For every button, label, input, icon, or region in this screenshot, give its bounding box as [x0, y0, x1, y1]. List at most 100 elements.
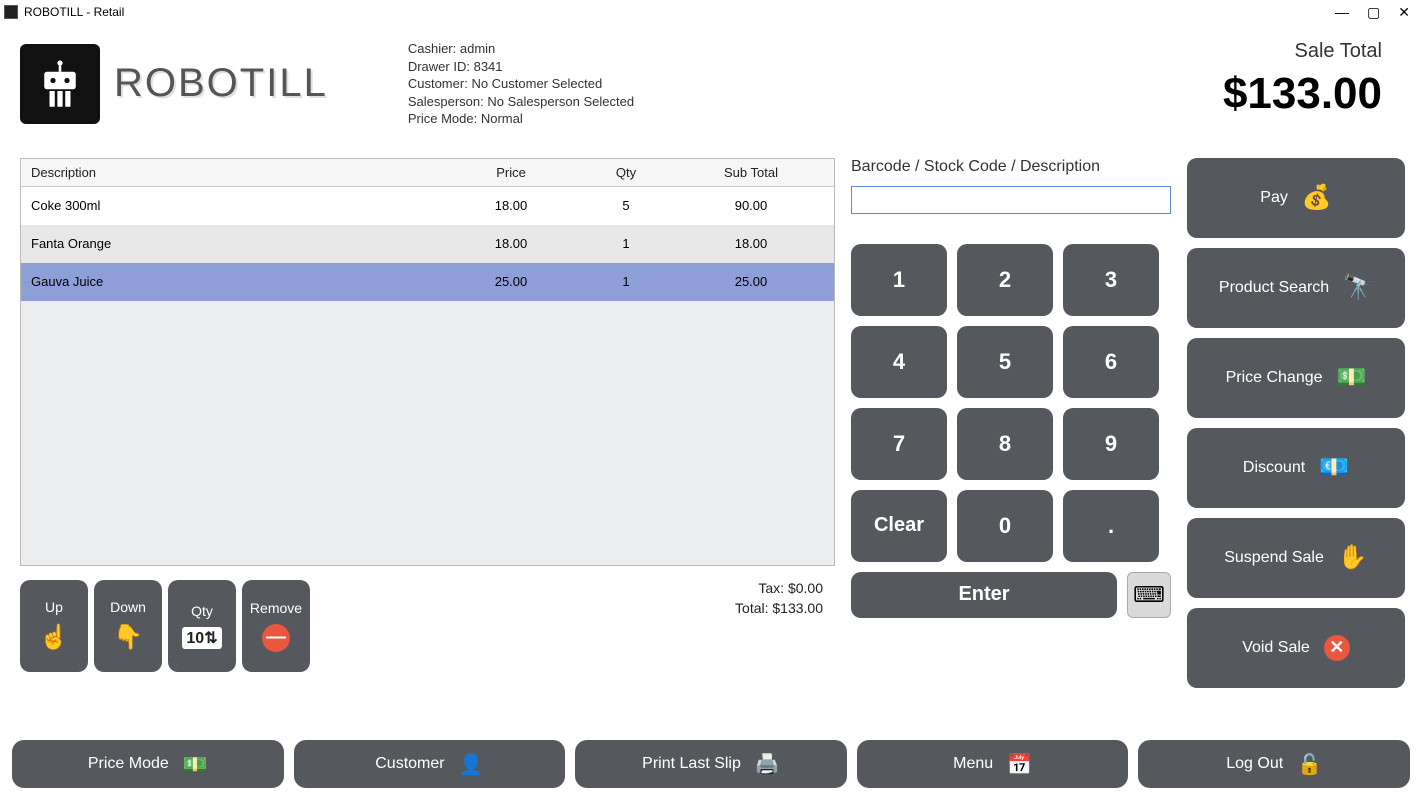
money-icon: 💵: [1337, 363, 1367, 392]
cell-qty: 1: [571, 230, 681, 257]
lock-icon: 🔓: [1297, 752, 1322, 777]
key-0[interactable]: 0: [957, 490, 1053, 562]
down-label: Down: [110, 599, 146, 615]
void-sale-label: Void Sale: [1242, 639, 1310, 657]
scan-label: Barcode / Stock Code / Description: [851, 158, 1171, 176]
total-label: Total:: [735, 600, 768, 616]
scan-input[interactable]: [851, 186, 1171, 214]
cell-desc: Gauva Juice: [21, 268, 451, 295]
customer-btn-label: Customer: [375, 755, 444, 773]
sale-total-caption: Sale Total: [1223, 40, 1382, 63]
drawer-value: 8341: [474, 59, 503, 74]
onscreen-keyboard-button[interactable]: ⌨: [1127, 572, 1171, 618]
void-sale-button[interactable]: Void Sale ✕: [1187, 608, 1405, 688]
key-7[interactable]: 7: [851, 408, 947, 480]
customer-value: No Customer Selected: [471, 76, 602, 91]
key-2[interactable]: 2: [957, 244, 1053, 316]
pay-button[interactable]: Pay 💰: [1187, 158, 1405, 238]
col-price: Price: [451, 159, 571, 186]
cell-desc: Coke 300ml: [21, 192, 451, 219]
col-description: Description: [21, 159, 451, 186]
bottom-bar: Price Mode 💵 Customer 👤 Print Last Slip …: [12, 740, 1410, 788]
print-last-slip-button[interactable]: Print Last Slip 🖨️: [575, 740, 847, 788]
key-dot[interactable]: .: [1063, 490, 1159, 562]
logo-text: ROBOTILL: [114, 61, 328, 106]
key-8[interactable]: 8: [957, 408, 1053, 480]
salesperson-label: Salesperson: [408, 94, 488, 109]
price-mode-button[interactable]: Price Mode 💵: [12, 740, 284, 788]
key-6[interactable]: 6: [1063, 326, 1159, 398]
cell-qty: 1: [571, 268, 681, 295]
cell-price: 18.00: [451, 192, 571, 219]
person-icon: 👤: [459, 752, 484, 777]
window-title: ROBOTILL - Retail: [24, 5, 124, 19]
total-value: $133.00: [772, 600, 823, 616]
keyboard-icon: ⌨: [1133, 582, 1165, 608]
keypad: 1 2 3 4 5 6 7 8 9 Clear 0 .: [851, 244, 1171, 562]
customer-label: Customer: [408, 76, 472, 91]
product-search-button[interactable]: Product Search 🔭: [1187, 248, 1405, 328]
key-5[interactable]: 5: [957, 326, 1053, 398]
key-clear[interactable]: Clear: [851, 490, 947, 562]
logout-label: Log Out: [1226, 755, 1283, 773]
sale-total: Sale Total $133.00: [1223, 40, 1402, 128]
price-change-button[interactable]: Price Change 💵: [1187, 338, 1405, 418]
menu-label: Menu: [953, 755, 993, 773]
maximize-button[interactable]: ▢: [1367, 4, 1380, 21]
minimize-button[interactable]: —: [1335, 4, 1349, 21]
customer-button[interactable]: Customer 👤: [294, 740, 566, 788]
cell-sub: 90.00: [681, 192, 821, 219]
up-label: Up: [45, 599, 63, 615]
cell-price: 18.00: [451, 230, 571, 257]
pricemode-label: Price Mode: [408, 111, 481, 126]
printer-icon: 🖨️: [755, 752, 780, 777]
logo-icon: [20, 44, 100, 124]
qty-button[interactable]: Qty 10⇅: [168, 580, 236, 672]
session-info: Cashieradmin Drawer ID8341 CustomerNo Cu…: [408, 40, 634, 128]
qty-icon: 10⇅: [182, 627, 221, 649]
logout-button[interactable]: Log Out 🔓: [1138, 740, 1410, 788]
cell-desc: Fanta Orange: [21, 230, 451, 257]
pay-label: Pay: [1260, 189, 1288, 207]
enter-button[interactable]: Enter: [851, 572, 1117, 618]
close-button[interactable]: ✕: [1398, 4, 1410, 21]
suspend-sale-button[interactable]: Suspend Sale ✋: [1187, 518, 1405, 598]
table-row[interactable]: Gauva Juice25.00125.00: [21, 263, 834, 301]
cell-qty: 5: [571, 192, 681, 219]
key-9[interactable]: 9: [1063, 408, 1159, 480]
menu-button[interactable]: Menu 📅: [857, 740, 1129, 788]
cell-sub: 25.00: [681, 268, 821, 295]
key-4[interactable]: 4: [851, 326, 947, 398]
key-3[interactable]: 3: [1063, 244, 1159, 316]
up-button[interactable]: Up ☝️: [20, 580, 88, 672]
point-down-icon: 👇: [113, 623, 143, 652]
cashier-label: Cashier: [408, 41, 460, 56]
suspend-sale-label: Suspend Sale: [1224, 549, 1324, 567]
grid-header: Description Price Qty Sub Total: [21, 159, 834, 187]
drawer-label: Drawer ID: [408, 59, 474, 74]
price-mode-icon: 💵: [183, 752, 208, 777]
cell-sub: 18.00: [681, 230, 821, 257]
logo: ROBOTILL: [20, 40, 328, 128]
remove-icon: —: [262, 624, 290, 652]
down-button[interactable]: Down 👇: [94, 580, 162, 672]
price-mode-label: Price Mode: [88, 755, 169, 773]
print-label: Print Last Slip: [642, 755, 741, 773]
void-icon: ✕: [1324, 635, 1350, 661]
tax-label: Tax:: [758, 580, 784, 596]
discount-button[interactable]: Discount 💶: [1187, 428, 1405, 508]
table-row[interactable]: Fanta Orange18.00118.00: [21, 225, 834, 263]
cashier-value: admin: [460, 41, 495, 56]
app-icon: [4, 5, 18, 19]
table-row[interactable]: Coke 300ml18.00590.00: [21, 187, 834, 225]
binoculars-icon: 🔭: [1343, 273, 1373, 302]
pricemode-value: Normal: [481, 111, 523, 126]
sale-total-amount: $133.00: [1223, 69, 1382, 119]
remove-label: Remove: [250, 600, 302, 616]
qty-label: Qty: [191, 603, 213, 619]
key-1[interactable]: 1: [851, 244, 947, 316]
col-subtotal: Sub Total: [681, 159, 821, 186]
items-grid[interactable]: Description Price Qty Sub Total Coke 300…: [20, 158, 835, 566]
calendar-icon: 📅: [1007, 752, 1032, 777]
remove-button[interactable]: Remove —: [242, 580, 310, 672]
